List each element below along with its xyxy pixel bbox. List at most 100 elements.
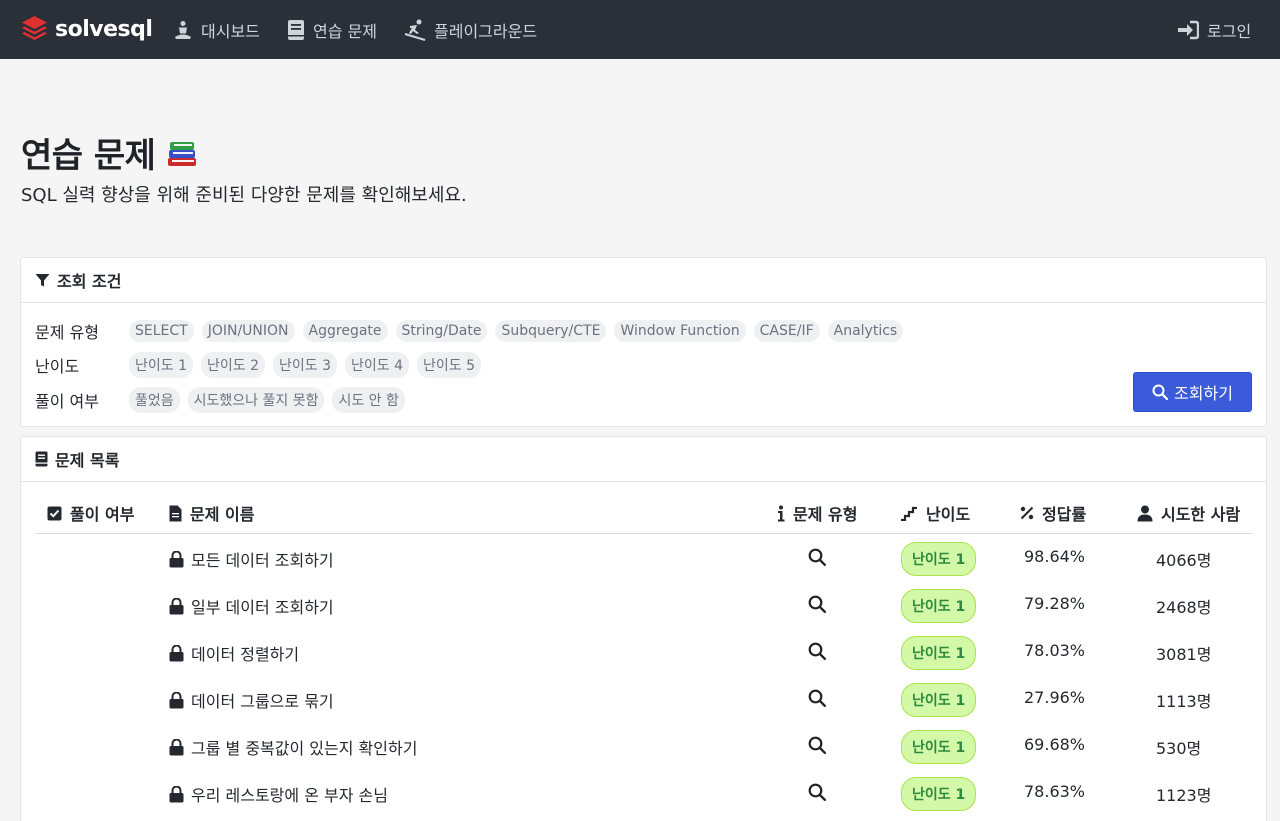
problem-type-cell[interactable] — [808, 595, 826, 617]
problem-name: 우리 레스토랑에 온 부자 손님 — [191, 786, 388, 805]
problem-name-cell[interactable]: 모든 데이터 조회하기 — [169, 547, 334, 571]
filter-level-label: 난이도 — [35, 357, 80, 376]
chip-type-case-if[interactable]: CASE/IF — [753, 320, 820, 342]
filter-solved-label: 풀이 여부 — [35, 392, 99, 411]
problem-list-card: 문제 목록 풀이 여부 문제 이름 문제 유형 난이도 정답률 시도한 사람 모… — [20, 436, 1267, 821]
table-row[interactable]: 모든 데이터 조회하기 난이도 1 98.64% 4066명 — [35, 534, 1253, 581]
search-icon — [808, 595, 826, 613]
brand-name: solvesql — [55, 16, 153, 42]
nav-login-label: 로그인 — [1207, 22, 1252, 41]
chip-type-string-date[interactable]: String/Date — [395, 320, 488, 342]
chip-type-subquery-cte[interactable]: Subquery/CTE — [495, 320, 607, 342]
sign-in-icon — [1178, 20, 1199, 40]
chip-type-select[interactable]: SELECT — [129, 320, 194, 342]
problem-name: 모든 데이터 조회하기 — [191, 551, 334, 570]
lock-icon — [169, 644, 184, 661]
nav-dashboard[interactable]: 대시보드 — [173, 17, 260, 43]
lock-icon — [169, 550, 184, 567]
attempt-count: 3081명 — [1156, 645, 1212, 664]
problem-name-cell[interactable]: 데이터 그룹으로 묶기 — [169, 688, 334, 712]
problem-name: 그룹 별 중복값이 있는지 확인하기 — [191, 739, 418, 758]
correct-rate: 69.68% — [1024, 735, 1086, 754]
file-text-icon — [169, 505, 182, 521]
problem-type-cell[interactable] — [808, 642, 826, 664]
chip-attempted-unsolved[interactable]: 시도했으나 풀지 못함 — [187, 387, 325, 413]
lock-icon — [169, 785, 184, 802]
problem-name-cell[interactable]: 우리 레스토랑에 온 부자 손님 — [169, 782, 388, 806]
search-icon — [1152, 384, 1169, 400]
chip-type-analytics[interactable]: Analytics — [827, 320, 904, 342]
table-row[interactable]: 일부 데이터 조회하기 난이도 1 79.28% 2468명 — [35, 581, 1253, 628]
chip-level-5[interactable]: 난이도 5 — [417, 352, 481, 378]
filter-card-header: 조회 조건 — [21, 258, 1266, 303]
chip-type-window-function[interactable]: Window Function — [614, 320, 746, 342]
column-type-label: 문제 유형 — [793, 505, 858, 524]
filter-card: 조회 조건 문제 유형 SELECT JOIN/UNION Aggregate … — [20, 257, 1267, 427]
attempt-count: 4066명 — [1156, 551, 1212, 570]
problem-type-cell[interactable] — [808, 736, 826, 758]
person-skiing-icon — [404, 19, 426, 41]
info-icon — [778, 505, 785, 521]
percent-icon — [1020, 506, 1034, 520]
book-icon — [35, 451, 48, 467]
search-icon — [808, 736, 826, 754]
chip-level-4[interactable]: 난이도 4 — [345, 352, 409, 378]
search-icon — [808, 642, 826, 660]
chip-type-join-union[interactable]: JOIN/UNION — [201, 320, 295, 342]
nav-playground[interactable]: 플레이그라운드 — [404, 17, 537, 43]
column-name-label: 문제 이름 — [190, 505, 255, 524]
attempt-count: 2468명 — [1156, 598, 1212, 617]
chip-level-3[interactable]: 난이도 3 — [273, 352, 337, 378]
nav-playground-label: 플레이그라운드 — [434, 22, 538, 41]
problem-type-cell[interactable] — [808, 783, 826, 805]
level-badge: 난이도 1 — [901, 542, 977, 576]
checkbox-checked-icon — [47, 506, 62, 520]
column-level[interactable]: 난이도 — [900, 501, 970, 525]
level-badge: 난이도 1 — [901, 589, 977, 623]
problem-list-header: 문제 목록 — [21, 437, 1266, 482]
brand-link[interactable]: solvesql — [21, 14, 153, 44]
table-row[interactable]: 데이터 그룹으로 묶기 난이도 1 27.96% 1113명 — [35, 675, 1253, 722]
table-row[interactable]: 그룹 별 중복값이 있는지 확인하기 난이도 1 69.68% 530명 — [35, 722, 1253, 769]
problem-name-cell[interactable]: 그룹 별 중복값이 있는지 확인하기 — [169, 735, 417, 759]
chip-level-2[interactable]: 난이도 2 — [201, 352, 265, 378]
correct-rate: 79.28% — [1024, 594, 1086, 613]
correct-rate: 98.64% — [1024, 547, 1086, 566]
table-header-row: 풀이 여부 문제 이름 문제 유형 난이도 정답률 시도한 사람 — [35, 492, 1253, 534]
page-title: 연습 문제 — [21, 128, 199, 177]
level-cell: 난이도 1 — [901, 777, 977, 811]
problem-type-cell[interactable] — [808, 548, 826, 570]
chip-level-1[interactable]: 난이도 1 — [129, 352, 193, 378]
chip-not-attempted[interactable]: 시도 안 함 — [332, 387, 405, 413]
chip-solved[interactable]: 풀었음 — [129, 387, 180, 413]
page-subtitle: SQL 실력 향상을 위해 준비된 다양한 문제를 확인해보세요. — [21, 185, 467, 206]
problem-name-cell[interactable]: 데이터 정렬하기 — [169, 641, 299, 665]
layers-logo-icon — [22, 16, 47, 40]
column-solved[interactable]: 풀이 여부 — [47, 501, 134, 525]
nav-dashboard-label: 대시보드 — [201, 22, 260, 41]
nav-login[interactable]: 로그인 — [1177, 17, 1251, 43]
column-level-label: 난이도 — [926, 505, 971, 524]
level-cell: 난이도 1 — [901, 589, 977, 623]
problem-type-cell[interactable] — [808, 689, 826, 711]
search-button[interactable]: 조회하기 — [1133, 372, 1252, 412]
column-rate-label: 정답률 — [1042, 505, 1087, 524]
column-type[interactable]: 문제 유형 — [777, 501, 857, 525]
filter-row-type: 문제 유형 SELECT JOIN/UNION Aggregate String… — [35, 319, 911, 343]
column-users[interactable]: 시도한 사람 — [1137, 501, 1240, 525]
column-solved-label: 풀이 여부 — [70, 505, 135, 524]
lock-icon — [169, 597, 184, 614]
search-icon — [808, 548, 826, 566]
level-badge: 난이도 1 — [901, 730, 977, 764]
column-name[interactable]: 문제 이름 — [169, 501, 254, 525]
column-rate[interactable]: 정답률 — [1020, 501, 1086, 525]
problem-name-cell[interactable]: 일부 데이터 조회하기 — [169, 594, 334, 618]
chip-type-aggregate[interactable]: Aggregate — [302, 320, 388, 342]
problem-name: 데이터 정렬하기 — [191, 645, 300, 664]
problem-name: 데이터 그룹으로 묶기 — [191, 692, 334, 711]
table-row[interactable]: 데이터 정렬하기 난이도 1 78.03% 3081명 — [35, 628, 1253, 675]
table-row[interactable]: 우리 레스토랑에 온 부자 손님 난이도 1 78.63% 1123명 — [35, 769, 1253, 816]
filter-card-title: 조회 조건 — [57, 272, 122, 291]
nav-problems[interactable]: 연습 문제 — [287, 17, 377, 43]
filter-icon — [35, 273, 50, 286]
